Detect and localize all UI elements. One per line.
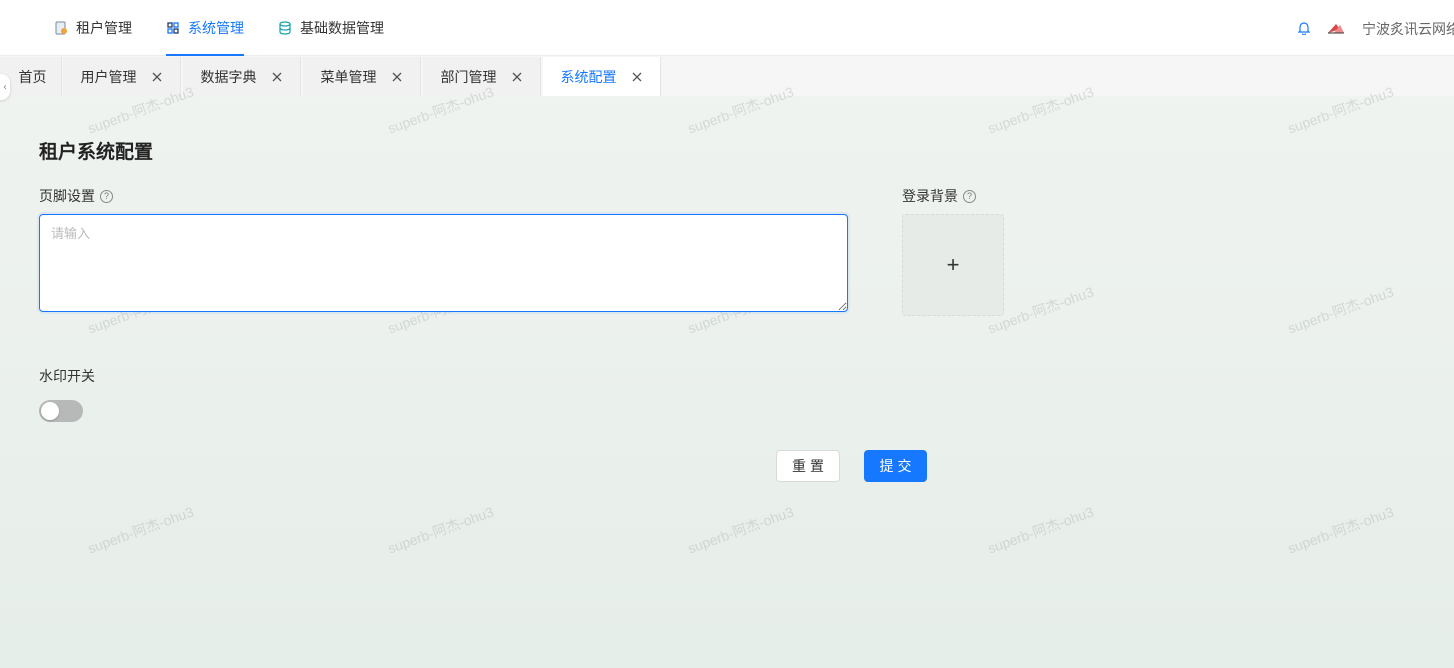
- page-title: 租户系统配置: [39, 141, 154, 163]
- submit-button[interactable]: 提交: [864, 450, 927, 482]
- sidebar-collapse-button[interactable]: ‹: [0, 74, 10, 100]
- tab-department-management[interactable]: 部门管理: [423, 57, 541, 96]
- tab-system-config[interactable]: 系统配置: [543, 57, 661, 96]
- watermark-toggle[interactable]: [39, 400, 83, 422]
- reset-button[interactable]: 重置: [776, 450, 840, 482]
- watermark-text: superb-阿杰-ohu3: [1285, 503, 1396, 557]
- topnav-system-label: 系统管理: [188, 21, 244, 37]
- watermark-text: superb-阿杰-ohu3: [985, 503, 1096, 557]
- tab-menu-management[interactable]: 菜单管理: [303, 57, 421, 96]
- topnav-system-management[interactable]: 系统管理: [166, 0, 244, 56]
- help-icon[interactable]: ?: [100, 189, 113, 203]
- user-avatar[interactable]: [1327, 0, 1345, 56]
- watermark-switch-label: 水印开关: [39, 366, 95, 386]
- footer-setting-label: 页脚设置 ?: [39, 186, 113, 206]
- login-background-label: 登录背景 ?: [902, 186, 976, 206]
- tabs-bar: 首页 用户管理 数据字典 菜单管理 部门管理 系统配置: [0, 56, 1454, 96]
- avatar-icon: [1328, 24, 1344, 34]
- topnav-basic-data-management[interactable]: 基础数据管理: [278, 0, 384, 56]
- notification-bell-button[interactable]: [1297, 0, 1311, 56]
- bell-icon: [1297, 22, 1311, 35]
- close-icon[interactable]: [631, 71, 643, 83]
- tab-department-management-label: 部门管理: [440, 69, 497, 86]
- tab-user-management[interactable]: 用户管理: [63, 57, 181, 96]
- watermark-switch-label-text: 水印开关: [39, 369, 95, 385]
- help-icon[interactable]: ?: [963, 189, 976, 203]
- top-header: 租户管理 系统管理 基础数据管理 宁波炙讯云网络: [0, 0, 1454, 56]
- tab-home-label: 首页: [18, 69, 47, 86]
- tenant-name[interactable]: 宁波炙讯云网络: [1362, 19, 1454, 39]
- close-icon[interactable]: [151, 71, 163, 83]
- login-background-label-text: 登录背景: [902, 189, 958, 205]
- tenant-icon: [55, 21, 67, 35]
- tab-menu-management-label: 菜单管理: [320, 69, 377, 86]
- system-icon: [167, 22, 179, 34]
- toggle-knob: [41, 402, 59, 420]
- footer-setting-label-text: 页脚设置: [39, 189, 95, 205]
- watermark-text: superb-阿杰-ohu3: [85, 503, 196, 557]
- watermark-text: superb-阿杰-ohu3: [1285, 283, 1396, 337]
- watermark-text: superb-阿杰-ohu3: [685, 503, 796, 557]
- tab-system-config-label: 系统配置: [560, 69, 617, 86]
- tab-data-dictionary-label: 数据字典: [200, 69, 257, 86]
- close-icon[interactable]: [271, 71, 283, 83]
- close-icon[interactable]: [391, 71, 403, 83]
- close-icon[interactable]: [511, 71, 523, 83]
- login-background-upload[interactable]: +: [902, 214, 1004, 316]
- topnav-basic-data-label: 基础数据管理: [300, 21, 384, 37]
- footer-input[interactable]: [39, 214, 848, 312]
- watermark-text: superb-阿杰-ohu3: [385, 503, 496, 557]
- topnav-tenant-label: 租户管理: [76, 21, 132, 37]
- plus-icon: +: [946, 252, 960, 277]
- topnav-tenant-management[interactable]: 租户管理: [54, 0, 132, 56]
- database-icon: [279, 21, 291, 35]
- chevron-left-icon: ‹: [3, 81, 7, 93]
- tab-user-management-label: 用户管理: [80, 69, 137, 86]
- tab-data-dictionary[interactable]: 数据字典: [183, 57, 301, 96]
